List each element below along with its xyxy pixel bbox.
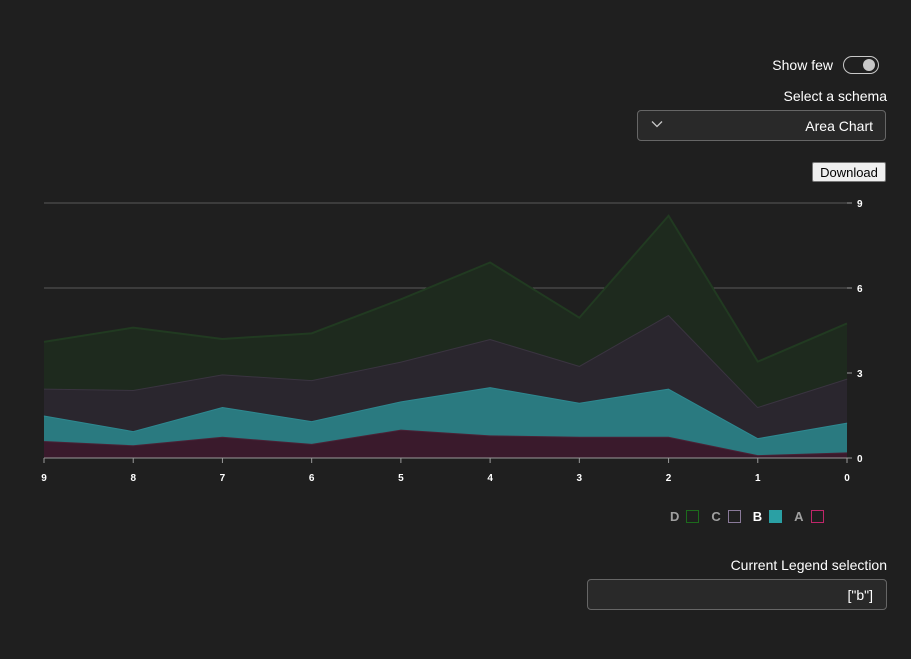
schema-label: Select a schema bbox=[783, 88, 888, 104]
y-tick-label: 3 bbox=[857, 369, 863, 380]
chart-legend: DCBA bbox=[670, 509, 824, 524]
show-few-label: Show few bbox=[772, 57, 833, 73]
chevron-down-icon bbox=[650, 117, 664, 134]
legend-label: B bbox=[752, 509, 763, 524]
legend-item-a[interactable]: A bbox=[794, 509, 824, 524]
legend-item-b[interactable]: B bbox=[752, 509, 783, 524]
area-chart: 9 8 7 6 5 4 3 2 1 00 3 6 9 bbox=[41, 199, 863, 484]
x-tick-label: 6 bbox=[309, 473, 315, 484]
x-tick-label: 0 bbox=[844, 473, 850, 484]
y-tick-label: 6 bbox=[857, 284, 863, 295]
legend-item-d[interactable]: D bbox=[670, 509, 700, 524]
show-few-toggle-row: Show few bbox=[772, 56, 879, 74]
y-tick-label: 9 bbox=[857, 199, 863, 210]
legend-item-c[interactable]: C bbox=[711, 509, 741, 524]
download-button[interactable]: Download bbox=[812, 162, 886, 182]
legend-selection-label: Current Legend selection bbox=[730, 557, 887, 573]
schema-dropdown-value: Area Chart bbox=[805, 117, 873, 134]
x-tick-label: 9 bbox=[41, 473, 47, 484]
legend-label: A bbox=[794, 509, 804, 524]
x-tick-label: 1 bbox=[755, 473, 761, 484]
x-tick-label: 8 bbox=[130, 473, 136, 484]
x-tick-label: 4 bbox=[487, 473, 493, 484]
y-tick-label: 0 bbox=[857, 454, 863, 465]
legend-swatch bbox=[769, 510, 783, 523]
legend-swatch bbox=[686, 510, 700, 523]
legend-swatch bbox=[810, 510, 824, 523]
x-tick-label: 3 bbox=[577, 473, 583, 484]
legend-label: C bbox=[711, 509, 721, 524]
x-tick-label: 5 bbox=[398, 473, 404, 484]
toggle-knob bbox=[863, 59, 875, 71]
show-few-toggle[interactable] bbox=[843, 56, 879, 74]
legend-selection-value: ["b"] bbox=[847, 586, 873, 603]
x-tick-label: 7 bbox=[220, 473, 226, 484]
legend-label: D bbox=[670, 509, 680, 524]
legend-swatch bbox=[727, 510, 741, 523]
legend-selection-field: ["b"] bbox=[587, 579, 887, 610]
schema-dropdown[interactable]: Area Chart bbox=[637, 110, 886, 141]
x-tick-label: 2 bbox=[666, 473, 672, 484]
